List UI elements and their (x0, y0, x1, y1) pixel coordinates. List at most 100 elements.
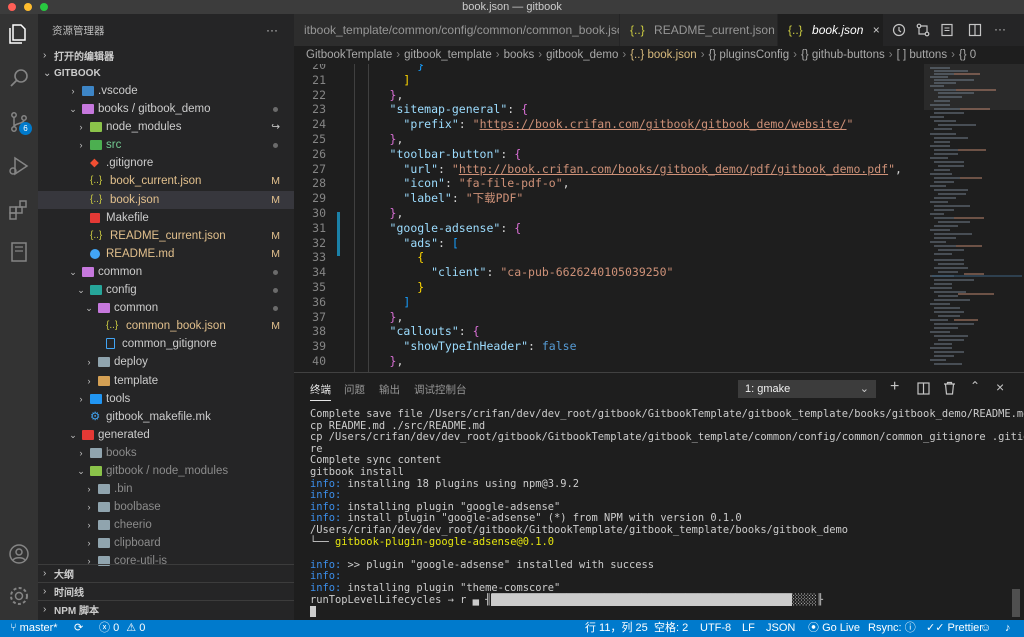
outline-section[interactable]: › 大纲 (38, 564, 294, 582)
tab-terminal[interactable]: 终端 (310, 382, 331, 401)
tree-item[interactable]: › clipboard (38, 534, 294, 552)
workspace-root-section[interactable]: ⌄ GITBOOK (38, 64, 294, 82)
tab-readme-current-json[interactable]: {..} README_current.json (620, 14, 778, 46)
maximize-panel-icon[interactable]: ⌃ (970, 379, 980, 393)
tree-item[interactable]: › src (38, 136, 294, 154)
chevron-right-icon[interactable]: › (68, 82, 78, 100)
tree-item[interactable]: ⌄ books / gitbook_demo (38, 100, 294, 118)
tree-item[interactable]: ⌄ config (38, 281, 294, 299)
code-line[interactable]: 22 }, (294, 88, 924, 103)
cursor-position[interactable]: 行 11，列 25 (585, 620, 648, 637)
tree-item[interactable]: {..} book_current.json M (38, 172, 294, 190)
code-line[interactable]: 24 "prefix": "https://book.crifan.com/gi… (294, 117, 924, 132)
code-line[interactable]: 36 ] (294, 295, 924, 310)
terminal-select[interactable]: 1: gmake ⌄ (738, 380, 876, 398)
tree-item[interactable]: {..} book.json M (38, 190, 294, 209)
open-editors-section[interactable]: › 打开的编辑器 (38, 46, 294, 64)
code-line[interactable]: 21 ] (294, 73, 924, 88)
compare-changes-icon[interactable] (916, 23, 930, 37)
code-editor[interactable]: 20 } 21 ] 22 }, 23 "sitemap-general": {24 "… (294, 64, 924, 372)
chevron-right-icon[interactable]: › (84, 480, 94, 498)
terminal-scrollbar[interactable] (1012, 589, 1020, 617)
indentation-status[interactable]: 空格: 2 (654, 620, 688, 637)
tree-item[interactable]: › tools (38, 390, 294, 408)
chevron-right-icon[interactable]: › (76, 390, 86, 408)
chevron-down-icon[interactable]: ⌄ (68, 263, 78, 281)
timeline-section[interactable]: › 时间线 (38, 582, 294, 600)
chevron-down-icon[interactable]: ⌄ (84, 299, 94, 317)
code-line[interactable]: 20 } (294, 64, 924, 73)
branch-status[interactable]: ⑂ master* (10, 620, 58, 637)
tree-item[interactable]: common_gitignore (38, 335, 294, 353)
tree-item[interactable]: ⌄ gitbook / node_modules (38, 462, 294, 480)
feedback-icon[interactable]: ☺ (980, 620, 991, 637)
tree-item[interactable]: › .vscode (38, 82, 294, 100)
tree-item[interactable]: Makefile (38, 209, 294, 227)
breadcrumb-item[interactable]: {} github-buttons (801, 49, 885, 61)
minimize-window-button[interactable] (24, 3, 32, 11)
close-window-button[interactable] (8, 3, 16, 11)
terminal-output[interactable]: Complete save file /Users/crifan/dev/dev… (310, 408, 1024, 606)
npm-scripts-section[interactable]: › NPM 脚本 (38, 600, 294, 618)
code-line[interactable]: 27 "url": "http://book.crifan.com/books/… (294, 162, 924, 177)
close-icon[interactable]: × (873, 23, 880, 37)
breadcrumb-item[interactable]: books (504, 49, 535, 61)
tree-item[interactable]: › .bin (38, 480, 294, 498)
more-actions-button[interactable]: ··· (266, 23, 278, 37)
tab-debug-console[interactable]: 调试控制台 (414, 382, 467, 397)
book-icon[interactable] (7, 240, 31, 264)
code-line[interactable]: 39 "showTypeInHeader": false (294, 339, 924, 354)
rsync-status[interactable]: Rsync: ⓘ (868, 620, 916, 637)
close-panel-icon[interactable]: × (996, 379, 1004, 395)
chevron-right-icon[interactable]: › (84, 498, 94, 516)
tab-common-book-json[interactable]: itbook_template/common/config/common/com… (294, 14, 620, 46)
notifications-bell-icon[interactable]: ♪ (1005, 620, 1011, 637)
open-preview-icon[interactable] (940, 23, 954, 37)
extensions-icon[interactable] (7, 198, 31, 222)
tree-item[interactable]: › node_modules ↪ (38, 118, 294, 136)
prettier-status[interactable]: ✓✓ Prettier (926, 620, 983, 637)
problems-status[interactable]: ⓧ 0 ⚠ 0 (99, 620, 145, 637)
code-line[interactable]: 30 }, (294, 206, 924, 221)
breadcrumb-item[interactable]: gitbook_template (404, 49, 492, 61)
breadcrumb-item[interactable]: {} pluginsConfig (709, 49, 790, 61)
chevron-down-icon[interactable]: ⌄ (76, 462, 86, 480)
chevron-right-icon[interactable]: › (84, 516, 94, 534)
code-line[interactable]: 29 "label": "下载PDF" (294, 191, 924, 206)
chevron-right-icon[interactable]: › (76, 136, 86, 154)
language-mode[interactable]: JSON (766, 620, 795, 637)
code-line[interactable]: 31 "google-adsense": { (294, 221, 924, 236)
breadcrumb-item[interactable]: [ ] buttons (897, 49, 948, 61)
tree-item[interactable]: ⌄ common (38, 299, 294, 317)
run-debug-icon[interactable] (7, 154, 31, 178)
code-line[interactable]: 33 { (294, 250, 924, 265)
tab-more-actions-button[interactable]: ··· (994, 22, 1006, 36)
zoom-window-button[interactable] (40, 3, 48, 11)
tab-output[interactable]: 输出 (379, 382, 400, 397)
code-line[interactable]: 26 "toolbar-button": { (294, 147, 924, 162)
go-live-button[interactable]: ⦿ Go Live (808, 620, 860, 637)
tree-item[interactable]: README.md M (38, 245, 294, 263)
breadcrumb-item[interactable]: gitbook_demo (546, 49, 618, 61)
tree-item[interactable]: › cheerio (38, 516, 294, 534)
chevron-right-icon[interactable]: › (84, 353, 94, 371)
code-line[interactable]: 35 } (294, 280, 924, 295)
chevron-down-icon[interactable]: ⌄ (68, 100, 78, 118)
sync-icon[interactable]: ⟳ (74, 620, 83, 637)
code-line[interactable]: 28 "icon": "fa-file-pdf-o", (294, 176, 924, 191)
account-icon[interactable] (7, 542, 31, 566)
code-line[interactable]: 40 }, (294, 354, 924, 369)
minimap[interactable] (924, 64, 1024, 372)
chevron-down-icon[interactable]: ⌄ (68, 426, 78, 444)
tab-problems[interactable]: 问题 (344, 382, 365, 397)
code-line[interactable]: 38 "callouts": { (294, 324, 924, 339)
tree-item[interactable]: {..} README_current.json M (38, 227, 294, 245)
breadcrumb-item[interactable]: {} 0 (959, 49, 976, 61)
tree-item[interactable]: › books (38, 444, 294, 462)
tree-item[interactable]: › boolbase (38, 498, 294, 516)
breadcrumb-item[interactable]: GitbookTemplate (306, 49, 392, 61)
chevron-right-icon[interactable]: › (84, 534, 94, 552)
code-line[interactable]: 25 }, (294, 132, 924, 147)
new-terminal-icon[interactable]: + (890, 378, 899, 396)
trash-icon[interactable] (943, 381, 956, 395)
